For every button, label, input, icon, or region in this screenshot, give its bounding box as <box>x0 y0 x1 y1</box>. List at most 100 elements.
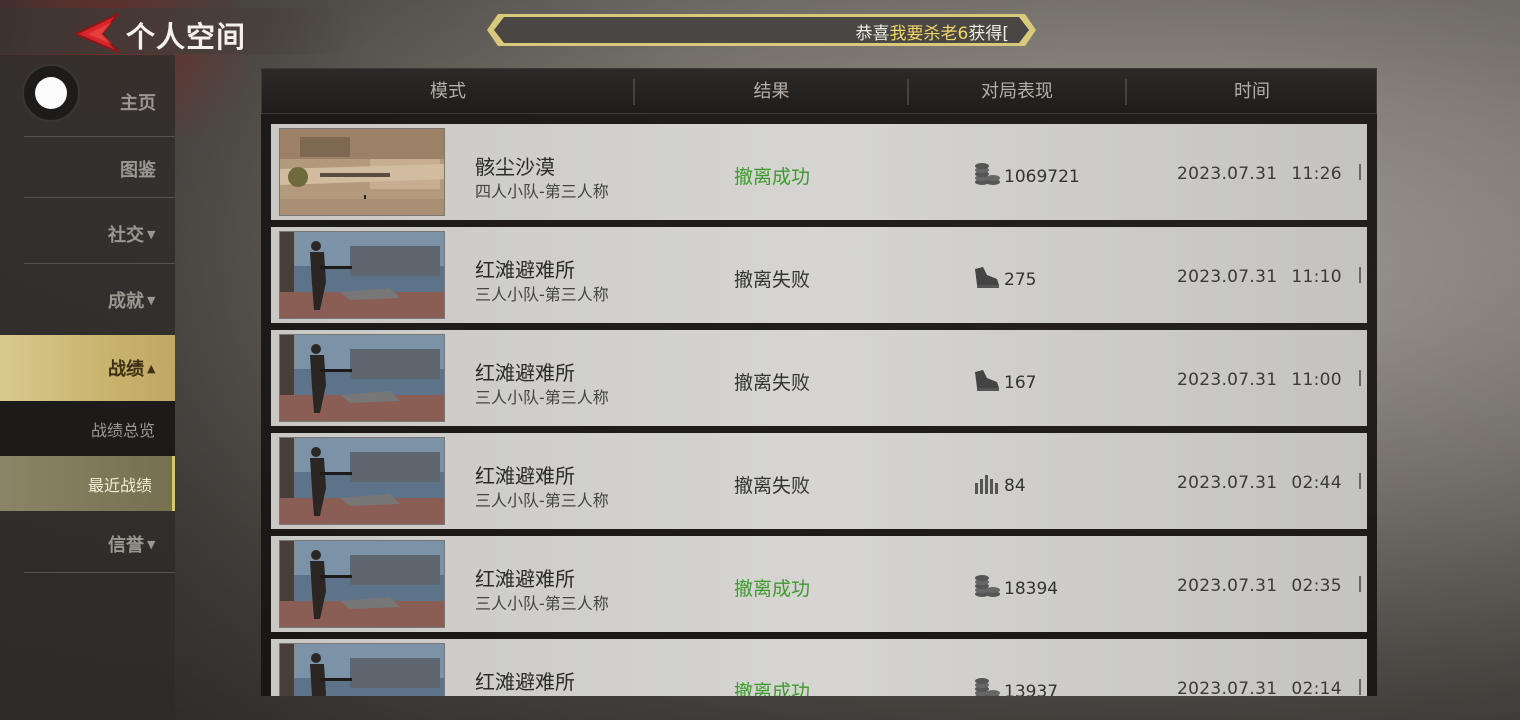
match-performance: 275 <box>973 265 1036 294</box>
row-marker <box>1359 679 1361 695</box>
match-time: 2023.07.31 02:14 <box>1177 679 1342 696</box>
table-header: 模式 结果 对局表现 时间 <box>261 68 1377 114</box>
match-mode: 三人小队-第三人称 <box>475 388 609 407</box>
sidebar-item-label: 主页 <box>120 93 156 114</box>
match-mode: 三人小队-第三人称 <box>475 594 609 613</box>
match-clock: 11:26 <box>1291 164 1342 184</box>
map-thumbnail <box>279 437 445 525</box>
match-time: 2023.07.31 11:00 <box>1177 370 1342 390</box>
page-title: 个人空间 <box>126 20 247 54</box>
sidebar-item-label: 社交 <box>108 225 144 246</box>
row-marker <box>1359 164 1361 180</box>
match-time: 2023.07.31 02:44 <box>1177 473 1342 493</box>
row-marker <box>1359 473 1361 489</box>
match-time: 2023.07.31 11:26 <box>1177 164 1342 184</box>
match-performance: 167 <box>973 368 1036 397</box>
column-header-mode: 模式 <box>430 81 466 102</box>
sidebar-subitem-label: 最近战绩 <box>87 475 152 495</box>
sidebar-item-achievements[interactable]: 成就 ▼ <box>0 267 175 333</box>
ammo-icon <box>973 471 1004 500</box>
row-marker <box>1359 370 1361 386</box>
sidebar-item-credit[interactable]: 信誉 ▼ <box>0 511 175 577</box>
performance-value: 84 <box>1004 475 1026 496</box>
match-clock: 11:00 <box>1291 370 1342 390</box>
match-mode: 三人小队-第三人称 <box>475 693 609 696</box>
table-row[interactable]: 红滩避难所三人小队-第三人称 撤离成功 13937 2023.07.31 02:14 <box>271 639 1367 696</box>
table-row[interactable]: 红滩避难所 三人小队-第三人称 撤离失败 84 2023.07.31 02:44 <box>271 433 1367 529</box>
match-result: 撤离失败 <box>734 269 811 291</box>
map-thumbnail <box>279 128 445 216</box>
boot-icon <box>973 368 1004 397</box>
match-date: 2023.07.31 <box>1177 473 1278 493</box>
sidebar-item-social[interactable]: 社交 ▼ <box>0 201 175 267</box>
map-name: 红滩避难所 <box>475 258 575 282</box>
row-marker <box>1359 576 1361 592</box>
boot-icon <box>973 265 1004 294</box>
chevron-down-icon: ▼ <box>147 537 156 551</box>
performance-value: 13937 <box>1004 681 1059 697</box>
divider <box>24 263 175 264</box>
sidebar-subitem-recent-records[interactable]: 最近战绩 <box>0 456 175 511</box>
sidebar-item-records[interactable]: 战绩 ▲ <box>0 335 175 401</box>
back-arrow-icon[interactable] <box>72 12 120 54</box>
sidebar-subitem-records-overview[interactable]: 战绩总览 <box>0 401 175 456</box>
table-row[interactable]: 红滩避难所三人小队-第三人称 撤离成功 18394 2023.07.31 02:35 <box>271 536 1367 632</box>
match-mode: 三人小队-第三人称 <box>475 285 609 304</box>
sidebar-item-label: 战绩 <box>108 359 144 380</box>
match-date: 2023.07.31 <box>1177 576 1278 596</box>
column-header-performance: 对局表现 <box>981 81 1053 102</box>
match-mode: 三人小队-第三人称 <box>475 491 609 510</box>
match-result: 撤离成功 <box>734 578 811 600</box>
performance-value: 1069721 <box>1004 166 1080 187</box>
match-date: 2023.07.31 <box>1177 267 1278 287</box>
sidebar-item-label: 成就 <box>108 291 144 312</box>
match-date: 2023.07.31 <box>1177 370 1278 390</box>
map-thumbnail <box>279 334 445 422</box>
marquee-suffix: 获得[ <box>968 24 1009 44</box>
match-performance: 84 <box>973 471 1026 500</box>
column-header-time: 时间 <box>1234 81 1270 102</box>
divider <box>24 572 175 573</box>
sidebar-item-home[interactable]: 主页 <box>0 69 175 135</box>
table-row[interactable]: 红滩避难所 三人小队-第三人称 撤离失败 167 2023.07.31 11:00 <box>271 330 1367 426</box>
match-clock: 02:14 <box>1291 679 1342 696</box>
match-result: 撤离成功 <box>734 681 811 696</box>
match-clock: 02:35 <box>1291 576 1342 596</box>
announcement-marquee: 恭喜我要杀老6获得[ <box>484 12 1039 48</box>
table-row[interactable]: 骸尘沙漠 四人小队-第三人称 撤离成功 1069721 2023.07.31 11:26 <box>271 124 1367 220</box>
match-time: 2023.07.31 02:35 <box>1177 576 1342 596</box>
chevron-down-icon: ▼ <box>147 293 156 307</box>
sidebar-item-codex[interactable]: 图鉴 <box>0 136 175 202</box>
map-name: 红滩避难所 <box>475 670 575 694</box>
match-time: 2023.07.31 11:10 <box>1177 267 1342 287</box>
match-clock: 02:44 <box>1291 473 1342 493</box>
coins-icon <box>973 162 1004 191</box>
coins-icon <box>973 677 1004 696</box>
match-clock: 11:10 <box>1291 267 1342 287</box>
map-name: 红滩避难所 <box>475 361 575 385</box>
table-row[interactable]: 红滩避难所三人小队-第三人称 撤离失败 275 2023.07.31 11:10 <box>271 227 1367 323</box>
marquee-text: 恭喜我要杀老6获得[ <box>514 19 1009 44</box>
map-name: 红滩避难所 <box>475 464 575 488</box>
match-result: 撤离成功 <box>734 166 811 188</box>
column-header-result: 结果 <box>753 81 790 102</box>
performance-value: 18394 <box>1004 578 1059 599</box>
map-thumbnail <box>279 540 445 628</box>
row-marker <box>1359 267 1361 283</box>
performance-value: 167 <box>1004 372 1037 393</box>
coins-icon <box>973 574 1004 603</box>
match-records-list[interactable]: 骸尘沙漠 四人小队-第三人称 撤离成功 1069721 2023.07.31 11:26 红… <box>261 114 1377 696</box>
map-thumbnail <box>279 231 445 319</box>
marquee-prefix: 恭喜 <box>855 24 890 44</box>
match-performance: 13937 <box>973 677 1058 696</box>
match-date: 2023.07.31 <box>1177 164 1278 184</box>
performance-value: 275 <box>1004 269 1037 290</box>
chevron-up-icon: ▲ <box>147 361 156 375</box>
sidebar-subitem-label: 战绩总览 <box>90 420 155 440</box>
sidebar-item-label: 图鉴 <box>120 160 156 181</box>
map-name: 红滩避难所 <box>475 567 575 591</box>
chevron-down-icon: ▼ <box>147 227 156 241</box>
sidebar-item-label: 信誉 <box>108 535 144 556</box>
divider <box>24 197 175 198</box>
marquee-player-name: 我要杀老6 <box>889 24 969 44</box>
